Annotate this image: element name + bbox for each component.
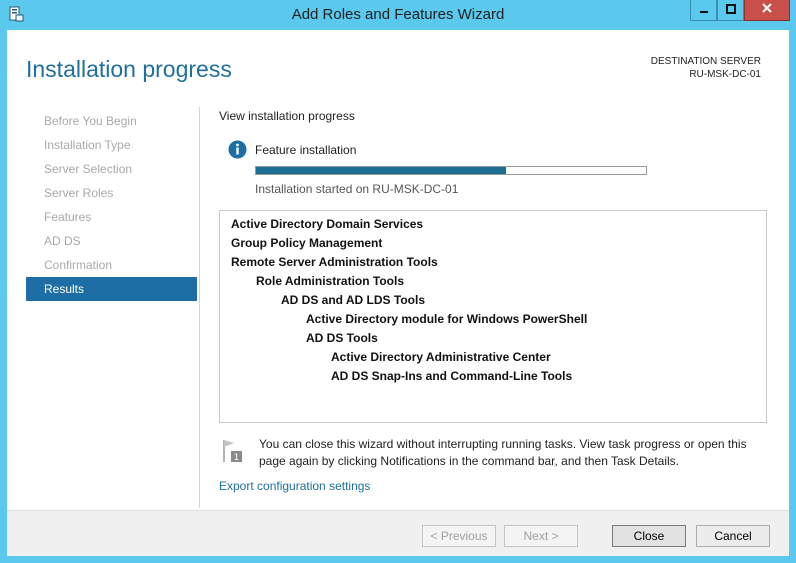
notification-count: 1 — [234, 453, 240, 463]
progress-bar-fill — [256, 167, 506, 174]
wizard-dialog: Installation progress DESTINATION SERVER… — [7, 30, 789, 556]
maximize-icon — [725, 1, 736, 19]
next-button[interactable]: Next > — [504, 525, 578, 547]
view-progress-label: View installation progress — [219, 109, 355, 123]
result-item: Active Directory Administrative Center — [331, 350, 551, 364]
maximize-button[interactable] — [717, 0, 744, 21]
close-wizard-notice: You can close this wizard without interr… — [259, 437, 747, 468]
window-controls — [690, 0, 790, 22]
minimize-button[interactable] — [690, 0, 717, 21]
nav-item-ad-ds[interactable]: AD DS — [26, 229, 197, 253]
result-item: Role Administration Tools — [256, 274, 405, 288]
result-item: Active Directory Domain Services — [231, 217, 424, 231]
installation-progress-bar — [255, 166, 647, 175]
results-list[interactable]: Active Directory Domain Services Group Po… — [219, 210, 767, 423]
close-window-button[interactable] — [744, 0, 790, 21]
previous-button[interactable]: < Previous — [422, 525, 496, 547]
nav-divider — [199, 107, 200, 508]
minimize-icon — [699, 1, 709, 19]
wizard-footer: < Previous Next > Close Cancel — [7, 510, 789, 556]
result-item: AD DS and AD LDS Tools — [281, 293, 425, 307]
notification-flag-icon: 1 — [223, 438, 243, 464]
wizard-steps-nav: Before You Begin Installation Type Serve… — [26, 109, 197, 301]
close-icon — [761, 1, 773, 19]
nav-item-server-selection[interactable]: Server Selection — [26, 157, 197, 181]
export-configuration-link[interactable]: Export configuration settings — [219, 479, 370, 493]
nav-item-server-roles[interactable]: Server Roles — [26, 181, 197, 205]
nav-item-before-you-begin[interactable]: Before You Begin — [26, 109, 197, 133]
nav-item-results[interactable]: Results — [26, 277, 197, 301]
main-content: View installation progress Feature insta… — [219, 30, 779, 510]
close-button[interactable]: Close — [612, 525, 686, 547]
result-item: Group Policy Management — [231, 236, 383, 250]
nav-item-features[interactable]: Features — [26, 205, 197, 229]
info-icon — [228, 140, 247, 159]
result-item: AD DS Snap-Ins and Command-Line Tools — [331, 369, 573, 383]
installation-started-text: Installation started on RU-MSK-DC-01 — [255, 182, 459, 196]
nav-item-installation-type[interactable]: Installation Type — [26, 133, 197, 157]
result-item: Remote Server Administration Tools — [231, 255, 438, 269]
title-bar[interactable]: Add Roles and Features Wizard — [0, 0, 796, 30]
cancel-button[interactable]: Cancel — [696, 525, 770, 547]
nav-item-confirmation[interactable]: Confirmation — [26, 253, 197, 277]
window-title: Add Roles and Features Wizard — [291, 6, 505, 23]
result-item: Active Directory module for Windows Powe… — [306, 312, 588, 326]
result-item: AD DS Tools — [306, 331, 378, 345]
status-label: Feature installation — [255, 143, 357, 157]
page-title: Installation progress — [26, 56, 232, 82]
